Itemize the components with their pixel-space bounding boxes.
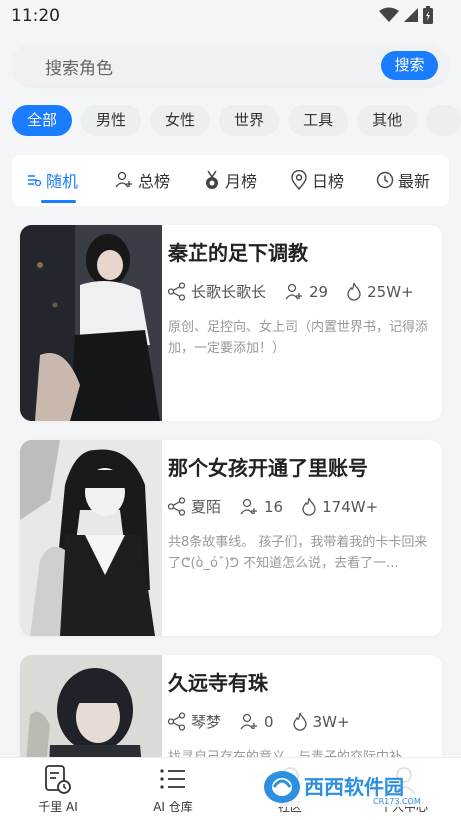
card-followers: 0 [239,712,274,732]
location-pin-icon [291,170,307,190]
card-title: 那个女孩开通了里账号 [168,456,368,480]
card-heat: 3W+ [292,712,350,731]
status-icons [379,6,433,24]
medal-icon [206,170,218,189]
clock-icon [376,171,394,189]
card-meta: 琴梦 0 3W+ [167,711,368,732]
flame-icon [302,497,316,516]
search-bar: 搜索角色 搜索 [12,44,449,86]
tab-latest[interactable]: 最新 [376,168,430,192]
shuffle-list-icon [28,175,42,187]
category-chip-all[interactable]: 全部 [12,105,73,136]
watermark-logo: 西西软件园 CR173.COM [260,767,442,807]
user-add-icon [240,713,258,729]
document-clock-icon [45,765,71,794]
category-chip-more[interactable] [426,105,461,136]
tab-daily-label: 日榜 [312,172,345,191]
character-card[interactable]: 那个女孩开通了里账号 夏陌 16 174W+ 共8条故事线。 孩子们，我带着我的… [20,440,442,636]
tab-random-label: 随机 [46,172,79,191]
battery-icon [423,6,433,24]
category-chip-female[interactable]: 女性 [150,105,211,136]
category-chip-world[interactable]: 世界 [219,105,280,136]
ranking-tabs: 随机 总榜 月榜 日榜 最新 [12,155,449,206]
share-icon [167,712,186,731]
watermark-text: 西西软件园 [304,775,404,799]
category-chip-male[interactable]: 男性 [81,105,142,136]
card-title: 久远寺有珠 [168,671,268,695]
category-chips: 全部 男性 女性 世界 工具 其他 [12,105,461,137]
card-followers: 16 [239,497,283,517]
status-bar: 11:20 [0,0,461,32]
share-icon [167,497,186,516]
category-chip-tools[interactable]: 工具 [288,105,349,136]
flame-icon [292,712,307,731]
category-chip-other[interactable]: 其他 [357,105,418,136]
watermark-url: CR173.COM [373,797,421,806]
tab-monthly[interactable]: 月榜 [203,168,257,192]
status-time: 11:20 [11,6,60,26]
tab-active-indicator [41,200,77,203]
card-description: 共8条故事线。 孩子们，我带着我的卡卡回来了ᕦ(ò_óˇ)ᕤ 不知道怎么说，去看… [168,535,428,571]
character-card[interactable]: 秦芷的足下调教 长歌长歌长 29 25W+ 原创、足控向、女上司（内置世界书，记… [20,225,442,421]
card-followers-count: 16 [264,497,284,516]
card-author-name: 长歌长歌长 [191,283,267,301]
card-meta: 长歌长歌长 29 25W+ [167,281,432,302]
search-button[interactable]: 搜索 [381,51,438,80]
card-author-name: 琴梦 [191,713,222,731]
card-description: 原创、足控向、女上司（内置世界书，记得添加，一定要添加！） [168,320,429,356]
card-followers-count: 0 [264,712,274,731]
card-author: 夏陌 [167,496,221,517]
card-heat: 25W+ [346,282,414,301]
card-title: 秦芷的足下调教 [168,241,308,265]
card-heat-value: 174W+ [322,497,379,516]
list-icon [160,769,185,789]
signal-icon [404,8,418,22]
card-heat-value: 3W+ [312,712,350,731]
card-heat-value: 25W+ [367,282,414,301]
card-author: 琴梦 [167,711,221,732]
user-add-icon [285,283,303,299]
user-add-icon [240,498,258,514]
flame-icon [347,282,361,301]
card-followers: 29 [284,282,328,302]
nav-item-qianli-ai[interactable]: 千里 AI [18,764,98,815]
card-meta: 夏陌 16 174W+ [167,496,396,517]
tab-overall[interactable]: 总榜 [114,168,170,192]
nav-item-ai-repository[interactable]: AI 仓库 [133,764,213,815]
tab-latest-label: 最新 [398,172,431,191]
card-author: 长歌长歌长 [167,281,266,302]
user-add-icon [115,171,132,188]
tab-daily[interactable]: 日榜 [290,168,344,192]
card-heat: 174W+ [301,497,378,516]
share-icon [167,282,186,301]
tab-monthly-label: 月榜 [225,172,258,191]
search-input[interactable]: 搜索角色 [45,54,113,79]
wifi-icon [379,7,399,22]
tab-random[interactable]: 随机 [26,168,79,203]
tab-overall-label: 总榜 [138,172,171,191]
character-thumbnail [20,225,162,421]
card-followers-count: 29 [309,282,329,301]
card-author-name: 夏陌 [191,498,222,516]
nav-label: AI 仓库 [153,800,193,814]
nav-label: 千里 AI [38,800,78,814]
character-thumbnail [20,440,162,636]
